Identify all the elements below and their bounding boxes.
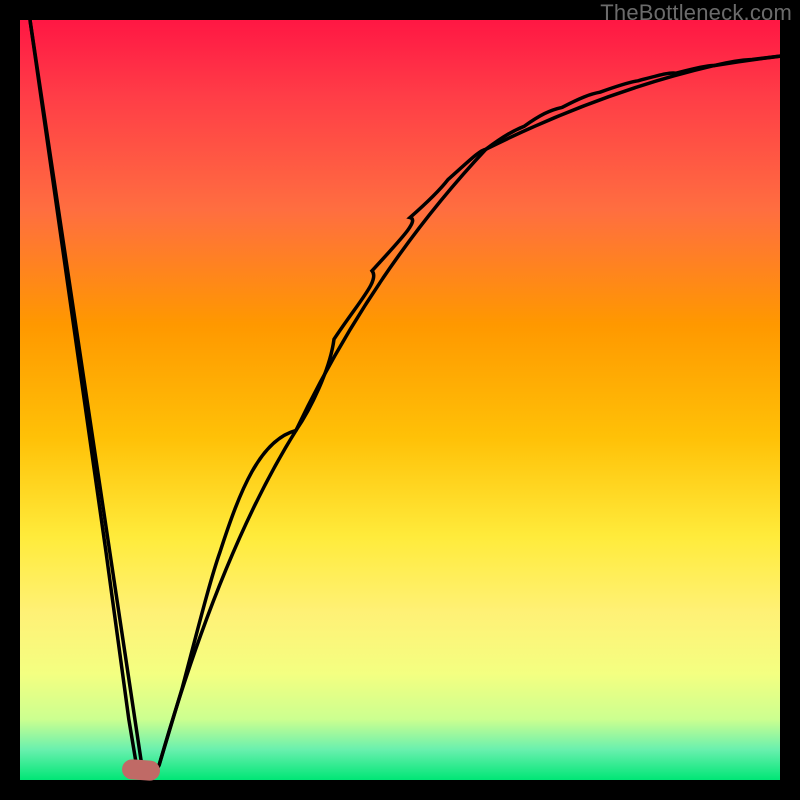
bottleneck-curve-line — [30, 20, 780, 780]
bottleneck-curve-smooth — [30, 20, 780, 780]
optimal-point-marker — [121, 759, 160, 782]
watermark-text: TheBottleneck.com — [600, 0, 792, 26]
chart-container: TheBottleneck.com — [0, 0, 800, 800]
plot-area — [20, 20, 780, 780]
curve-svg — [20, 20, 780, 780]
